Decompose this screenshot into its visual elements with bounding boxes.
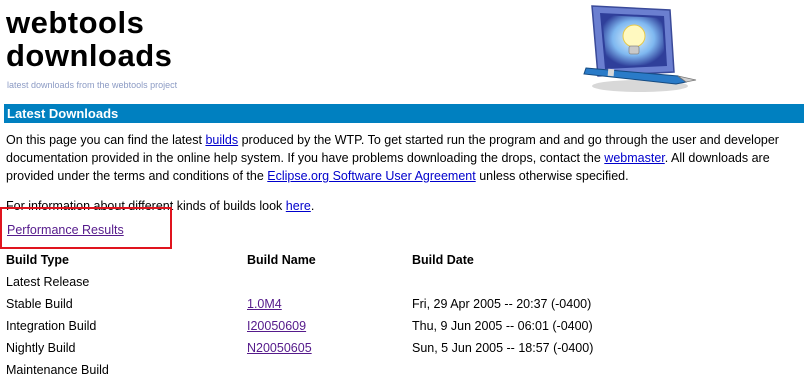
section-title: Latest Downloads bbox=[7, 106, 119, 121]
header-build-type: Build Type bbox=[6, 253, 69, 267]
site-subtitle: latest downloads from the webtools proje… bbox=[7, 80, 178, 90]
build-info-period: . bbox=[310, 199, 315, 213]
section-header-bar: Latest Downloads bbox=[4, 104, 804, 123]
table-row: Integration Build I20050609 Thu, 9 Jun 2… bbox=[6, 319, 806, 339]
site-title: webtools downloads bbox=[6, 6, 172, 72]
build-type-cell: Latest Release bbox=[6, 275, 90, 289]
monitor-lightbulb-pen-logo bbox=[583, 5, 697, 92]
table-row: Nightly Build N20050605 Sun, 5 Jun 2005 … bbox=[6, 341, 806, 361]
build-type-cell: Nightly Build bbox=[6, 341, 76, 355]
build-date-cell: Fri, 29 Apr 2005 -- 20:37 (-0400) bbox=[412, 297, 592, 311]
table-header-row: Build Type Build Name Build Date bbox=[6, 253, 806, 273]
intro-paragraph: On this page you can find the latest bui… bbox=[6, 131, 796, 185]
build-type-cell: Stable Build bbox=[6, 297, 73, 311]
build-type-cell: Maintenance Build bbox=[6, 363, 109, 377]
here-link[interactable]: here bbox=[286, 199, 311, 213]
user-agreement-link[interactable]: Eclipse.org Software User Agreement bbox=[267, 169, 475, 183]
intro-text-1: On this page you can find the latest bbox=[6, 133, 206, 147]
table-row: Maintenance Build bbox=[6, 363, 806, 383]
build-type-cell: Integration Build bbox=[6, 319, 97, 333]
build-name-link[interactable]: I20050609 bbox=[247, 319, 306, 333]
build-date-cell: Thu, 9 Jun 2005 -- 06:01 (-0400) bbox=[412, 319, 593, 333]
header-build-date: Build Date bbox=[412, 253, 474, 267]
site-title-line2: downloads bbox=[6, 38, 173, 73]
site-title-line1: webtools bbox=[6, 5, 145, 40]
builds-link[interactable]: builds bbox=[205, 133, 238, 147]
table-row: Stable Build 1.0M4 Fri, 29 Apr 2005 -- 2… bbox=[6, 297, 806, 317]
build-name-link[interactable]: 1.0M4 bbox=[247, 297, 282, 311]
webmaster-link[interactable]: webmaster bbox=[604, 151, 664, 165]
header-build-name: Build Name bbox=[247, 253, 316, 267]
build-date-cell: Sun, 5 Jun 2005 -- 18:57 (-0400) bbox=[412, 341, 594, 355]
intro-text-4: unless otherwise specified. bbox=[475, 169, 629, 183]
build-name-link[interactable]: N20050605 bbox=[247, 341, 312, 355]
highlight-box bbox=[0, 207, 172, 249]
table-row: Latest Release bbox=[6, 275, 806, 295]
